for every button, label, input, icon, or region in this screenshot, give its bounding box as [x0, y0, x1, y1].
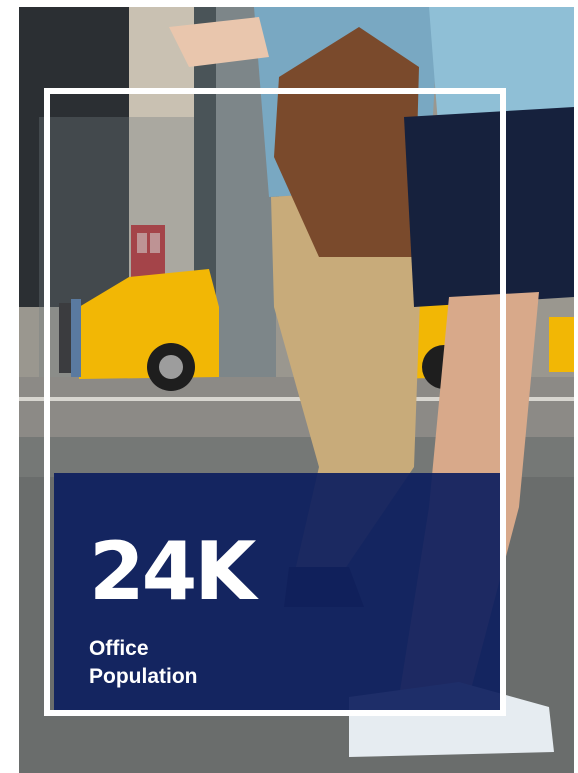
- stat-label-line2: Population: [89, 665, 198, 688]
- promo-card: 24K Office Population: [19, 7, 574, 773]
- stat-number: 24K: [89, 525, 256, 618]
- stat-label-line1: Office: [89, 637, 149, 660]
- woman-skirt: [404, 107, 574, 307]
- stat-label: Office Population: [89, 635, 289, 691]
